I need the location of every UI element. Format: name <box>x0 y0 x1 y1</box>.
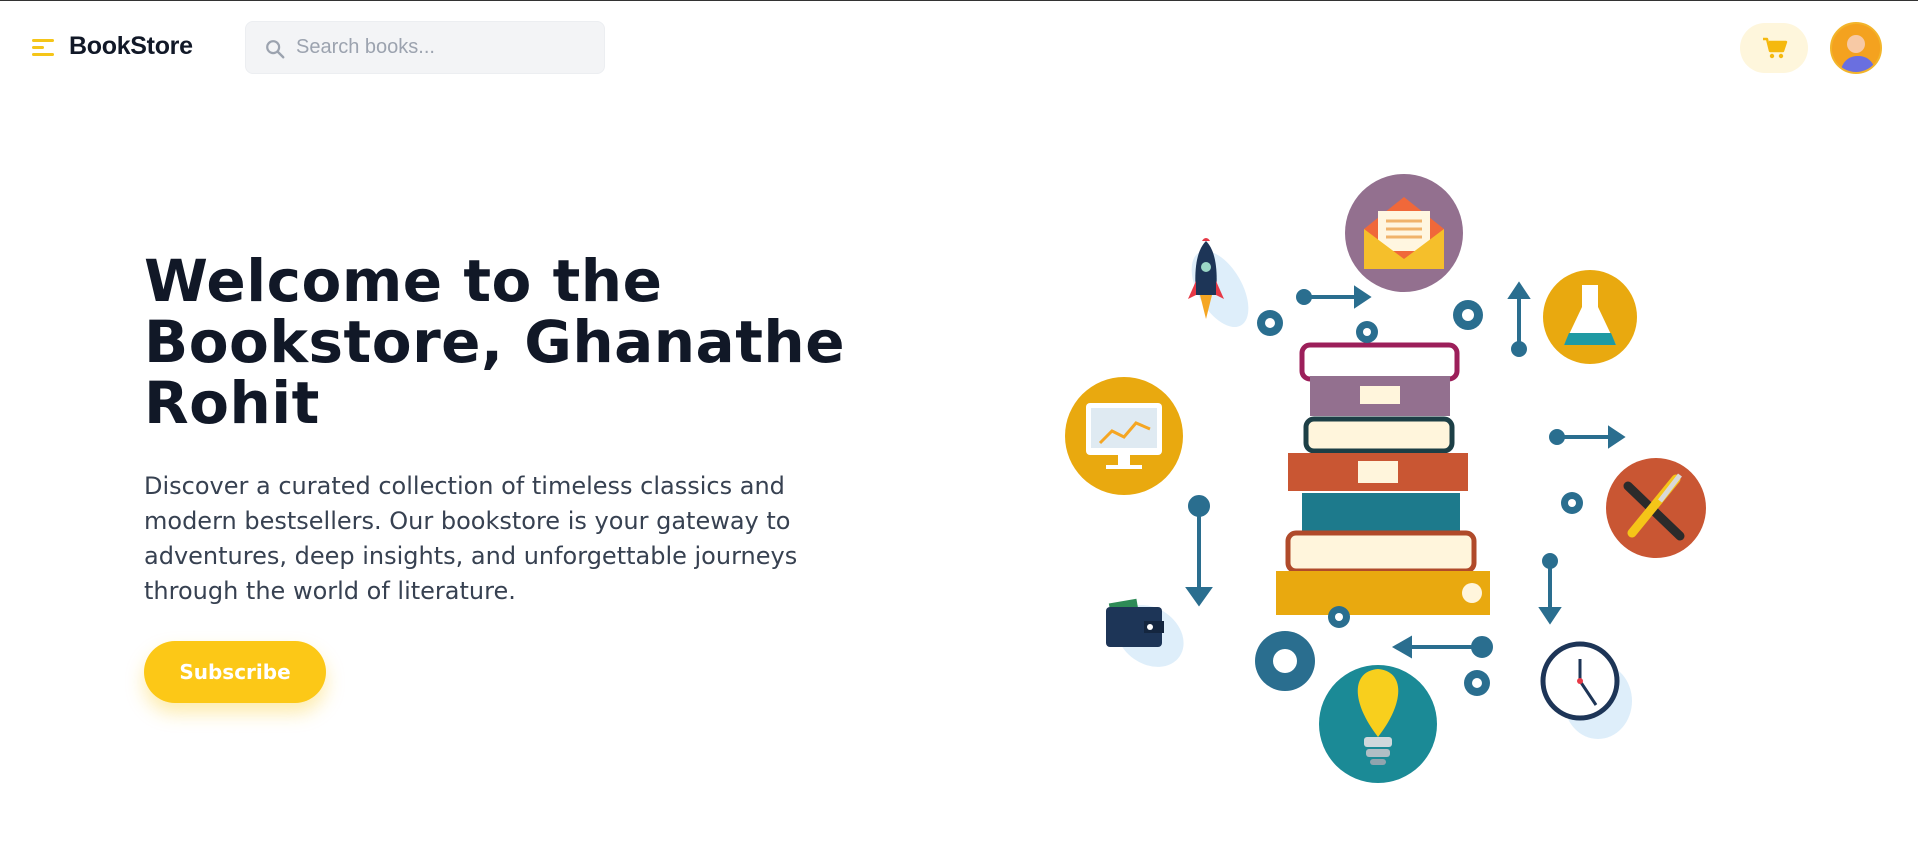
clock-icon <box>1540 641 1632 739</box>
user-avatar[interactable] <box>1830 22 1882 74</box>
flask-icon <box>1543 270 1637 364</box>
tools-icon <box>1606 458 1706 558</box>
search-icon <box>266 40 285 59</box>
search-box <box>245 21 605 74</box>
brand-logo[interactable]: BookStore <box>69 32 193 61</box>
envelope-icon <box>1345 174 1463 292</box>
rocket-icon <box>1188 238 1249 327</box>
cart-button[interactable] <box>1740 23 1808 73</box>
avatar-person-icon <box>1832 24 1880 72</box>
wallet-icon <box>1106 598 1184 667</box>
books-illustration <box>1065 174 1706 783</box>
hero-title: Welcome to the Bookstore, Ghanathe Rohit <box>144 247 846 437</box>
monitor-icon <box>1065 377 1183 495</box>
subscribe-button[interactable]: Subscribe <box>144 641 326 703</box>
shopping-cart-icon <box>1763 37 1788 59</box>
top-navbar: BookStore <box>0 1 1918 95</box>
search-input[interactable] <box>296 22 596 73</box>
hero-description: Discover a curated collection of timeles… <box>144 472 798 605</box>
book-stack-icon <box>1276 342 1490 615</box>
lightbulb-icon <box>1319 665 1437 783</box>
hamburger-menu-icon[interactable] <box>30 35 56 61</box>
